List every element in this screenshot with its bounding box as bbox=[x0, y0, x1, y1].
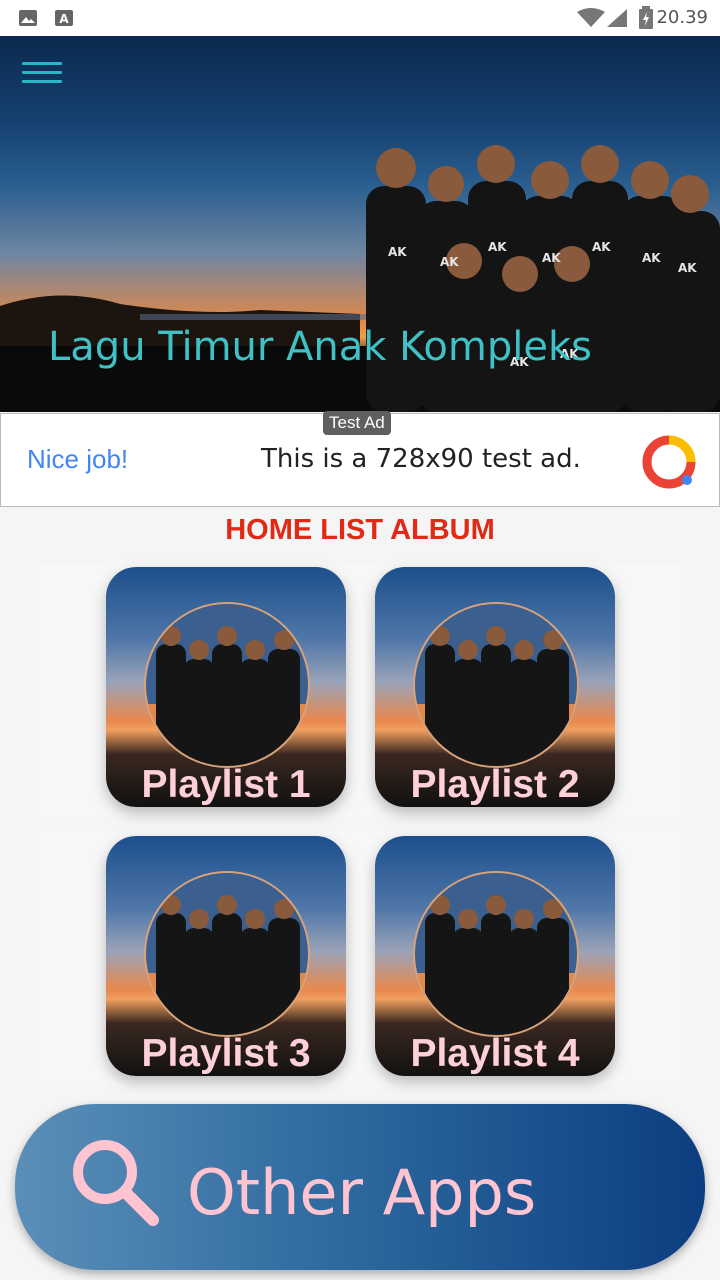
svg-text:AK: AK bbox=[440, 255, 459, 269]
svg-text:AK: AK bbox=[642, 251, 661, 265]
ad-body-text[interactable]: This is a 728x90 test ad. bbox=[261, 444, 581, 474]
svg-text:AK: AK bbox=[488, 240, 507, 254]
svg-text:AK: AK bbox=[542, 251, 561, 265]
font-notification-icon: A bbox=[55, 10, 73, 26]
playlist-card-2[interactable]: Playlist 2 bbox=[375, 567, 615, 807]
search-icon bbox=[73, 1140, 159, 1226]
signal-icon bbox=[607, 9, 627, 27]
other-apps-label: Other Apps bbox=[187, 1156, 537, 1229]
playlist-cover-image bbox=[413, 602, 579, 768]
app-title: Lagu Timur Anak Kompleks bbox=[48, 324, 592, 370]
section-title: HOME LIST ALBUM bbox=[225, 514, 495, 546]
playlist-cover-image bbox=[144, 602, 310, 768]
playlist-cover-image bbox=[144, 871, 310, 1037]
svg-text:AK: AK bbox=[678, 261, 697, 275]
status-bar: A 20.39 bbox=[0, 0, 720, 36]
ad-headline[interactable]: Nice job! bbox=[27, 444, 128, 475]
wifi-icon bbox=[577, 8, 605, 27]
test-ad-banner[interactable]: Test Ad Nice job! This is a 728x90 test … bbox=[0, 411, 720, 507]
playlist-label: Playlist 1 bbox=[141, 763, 311, 806]
svg-text:AK: AK bbox=[592, 240, 611, 254]
hamburger-menu-icon[interactable] bbox=[22, 58, 62, 88]
admob-logo-icon bbox=[642, 435, 696, 489]
image-notification-icon bbox=[19, 10, 37, 26]
svg-text:AK: AK bbox=[388, 245, 407, 259]
playlist-card-1[interactable]: Playlist 1 bbox=[106, 567, 346, 807]
svg-text:A: A bbox=[59, 12, 69, 26]
other-apps-button[interactable]: Other Apps bbox=[15, 1104, 705, 1270]
ad-label-badge: Test Ad bbox=[323, 411, 391, 435]
playlist-label: Playlist 3 bbox=[141, 1032, 311, 1075]
playlist-label: Playlist 4 bbox=[410, 1032, 580, 1075]
playlist-cover-image bbox=[413, 871, 579, 1037]
playlist-card-3[interactable]: Playlist 3 bbox=[106, 836, 346, 1076]
playlist-card-4[interactable]: Playlist 4 bbox=[375, 836, 615, 1076]
playlist-label: Playlist 2 bbox=[410, 763, 580, 806]
battery-icon bbox=[639, 6, 653, 29]
clock-time: 20.39 bbox=[656, 7, 708, 28]
header-banner: AK AK AK AK AK AK AK AK AK Lagu Timur An… bbox=[0, 36, 720, 412]
